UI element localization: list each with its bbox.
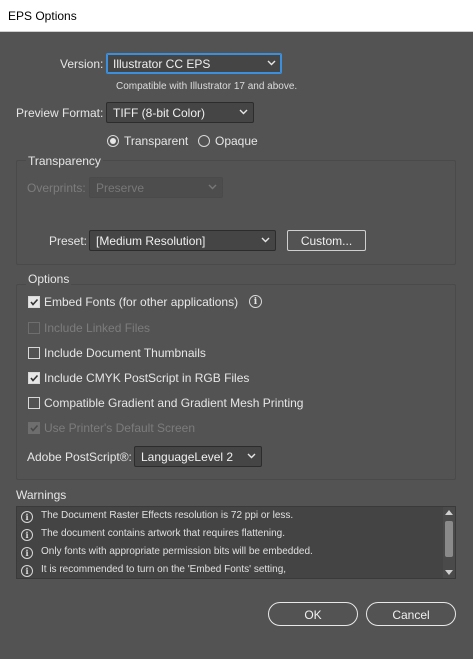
overprints-dropdown[interactable]: Preserve	[89, 177, 223, 198]
scrollbar-thumb[interactable]	[445, 521, 453, 557]
info-icon: i	[21, 547, 33, 559]
preset-label: Preset:	[49, 234, 88, 248]
ok-button[interactable]: OK	[268, 602, 358, 626]
include-linked-files-checkbox[interactable]	[28, 322, 40, 334]
postscript-label: Adobe PostScript®:	[27, 450, 132, 464]
list-item: i It is recommended to turn on the 'Embed…	[21, 564, 286, 578]
list-item: i The Document Raster Effects resolution …	[21, 510, 293, 528]
title-bar: EPS Options	[0, 0, 473, 32]
transparent-label: Transparent	[124, 134, 189, 148]
chevron-down-icon	[261, 237, 270, 243]
chevron-down-icon	[239, 109, 248, 115]
custom-button[interactable]: Custom...	[287, 230, 366, 251]
include-thumbnails-label: Include Document Thumbnails	[44, 346, 206, 360]
preset-value: [Medium Resolution]	[96, 234, 206, 248]
printer-default-screen-checkbox[interactable]	[28, 422, 40, 434]
preview-format-label: Preview Format:	[16, 106, 104, 120]
embed-fonts-label: Embed Fonts (for other applications)	[44, 295, 239, 309]
checkmark-icon	[30, 374, 39, 382]
preview-format-value: TIFF (8-bit Color)	[113, 106, 206, 120]
info-icon: i	[21, 529, 33, 541]
arrow-up-icon[interactable]	[445, 509, 453, 515]
info-icon: i	[21, 511, 33, 523]
version-dropdown[interactable]: Illustrator CC EPS	[106, 53, 282, 74]
list-item: i The document contains artwork that requ…	[21, 528, 285, 546]
transparency-title: Transparency	[26, 154, 103, 168]
info-icon[interactable]: i	[249, 295, 262, 308]
checkmark-icon	[30, 424, 39, 432]
checkmark-icon	[30, 298, 39, 306]
overprints-value: Preserve	[96, 181, 145, 195]
version-label: Version:	[60, 57, 104, 71]
transparent-radio[interactable]	[107, 135, 119, 147]
arrow-down-icon[interactable]	[445, 570, 453, 576]
list-item: i Only fonts with appropriate permission …	[21, 546, 313, 564]
postscript-value: LanguageLevel 2	[141, 450, 234, 464]
postscript-dropdown[interactable]: LanguageLevel 2	[134, 446, 262, 467]
version-value: Illustrator CC EPS	[113, 57, 211, 71]
chevron-down-icon	[208, 184, 217, 190]
include-linked-files-label: Include Linked Files	[44, 321, 151, 335]
dialog-body: Version: Illustrator CC EPS Compatible w…	[0, 32, 473, 659]
printer-default-screen-label: Use Printer's Default Screen	[44, 421, 196, 435]
embed-fonts-checkbox[interactable]	[28, 296, 40, 308]
warnings-list[interactable]: i The Document Raster Effects resolution …	[16, 506, 456, 579]
include-cmyk-checkbox[interactable]	[28, 372, 40, 384]
include-cmyk-label: Include CMYK PostScript in RGB Files	[44, 371, 250, 385]
compatible-gradient-label: Compatible Gradient and Gradient Mesh Pr…	[44, 396, 304, 410]
warnings-scrollbar[interactable]	[443, 507, 455, 578]
options-title: Options	[26, 272, 72, 286]
preset-dropdown[interactable]: [Medium Resolution]	[89, 230, 276, 251]
overprints-label: Overprints:	[27, 181, 86, 195]
cancel-button[interactable]: Cancel	[366, 602, 456, 626]
opaque-label: Opaque	[215, 134, 258, 148]
info-icon: i	[21, 565, 33, 577]
include-thumbnails-checkbox[interactable]	[28, 347, 40, 359]
compatible-gradient-checkbox[interactable]	[28, 397, 40, 409]
chevron-down-icon	[247, 453, 256, 459]
chevron-down-icon	[267, 60, 276, 66]
preview-format-dropdown[interactable]: TIFF (8-bit Color)	[106, 102, 254, 123]
opaque-radio[interactable]	[198, 135, 210, 147]
window-title: EPS Options	[8, 9, 77, 23]
warnings-title: Warnings	[16, 488, 67, 502]
version-compat-note: Compatible with Illustrator 17 and above…	[116, 81, 298, 92]
